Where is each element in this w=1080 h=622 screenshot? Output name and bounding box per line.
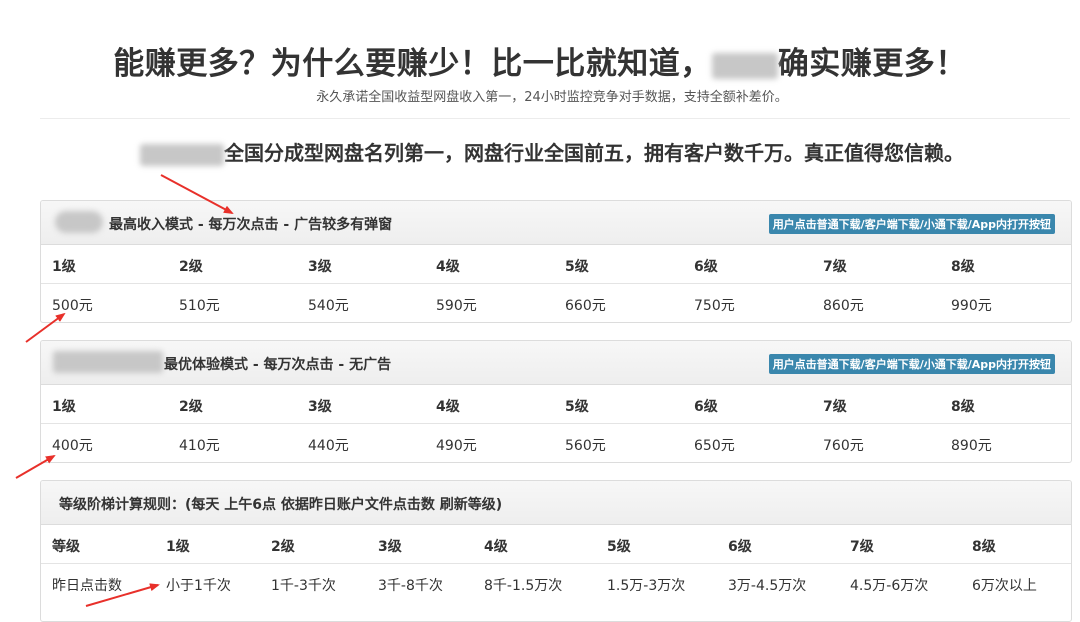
rules-level-3: 3级 — [378, 539, 402, 555]
rules-level-row: 等级 1级 2级 3级 4级 5级 6级 7级 8级 — [41, 525, 1071, 564]
income-mode-header: 最高收入模式 - 每万次点击 - 广告较多有弹窗 用户点击普通下载/客户端下载/… — [41, 201, 1071, 245]
experience-level-row: 1级 2级 3级 4级 5级 6级 7级 8级 — [41, 385, 1071, 424]
rules-click-row: 昨日点击数 小于1千次 1千-3千次 3千-8千次 8千-1.5万次 1.5万-… — [41, 564, 1071, 602]
rules-click-1: 小于1千次 — [166, 578, 231, 594]
level-4: 4级 — [436, 399, 460, 415]
price-4: 490元 — [436, 438, 477, 454]
level-rules-panel: 等级阶梯计算规则：(每天 上午6点 依据昨日账户文件点击数 刷新等级) 等级 1… — [40, 480, 1072, 622]
level-3: 3级 — [308, 399, 332, 415]
page-headline: 能赚更多？为什么要赚少！比一比就知道， 确实赚更多！ — [0, 38, 1080, 83]
experience-mode-header: 最优体验模式 - 每万次点击 - 无广告 用户点击普通下载/客户端下载/小通下载… — [41, 341, 1071, 385]
level-2: 2级 — [179, 399, 203, 415]
tagline-text: 全国分成型网盘名列第一，网盘行业全国前五，拥有客户数千万。真正值得您信赖。 — [224, 141, 964, 165]
level-7: 7级 — [823, 259, 847, 275]
income-mode-panel: 最高收入模式 - 每万次点击 - 广告较多有弹窗 用户点击普通下载/客户端下载/… — [40, 200, 1072, 323]
price-2: 410元 — [179, 438, 220, 454]
rules-level-6: 6级 — [728, 539, 752, 555]
rules-click-6: 3万-4.5万次 — [728, 578, 807, 594]
price-3: 440元 — [308, 438, 349, 454]
level-rules-title: 等级阶梯计算规则：(每天 上午6点 依据昨日账户文件点击数 刷新等级) — [59, 497, 503, 513]
rules-header-label: 等级 — [52, 539, 80, 555]
redacted-brand-blur — [140, 143, 224, 166]
rules-level-2: 2级 — [271, 539, 295, 555]
price-8: 990元 — [951, 298, 992, 314]
rules-click-4: 8千-1.5万次 — [484, 578, 563, 594]
income-mode-badge: 用户点击普通下载/客户端下载/小通下载/App内打开按钮 — [768, 214, 1055, 234]
level-2: 2级 — [179, 259, 203, 275]
rules-click-8: 6万次以上 — [972, 578, 1037, 594]
level-1: 1级 — [52, 399, 76, 415]
rules-level-8: 8级 — [972, 539, 996, 555]
headline-after: 确实赚更多！ — [777, 46, 967, 82]
price-1: 400元 — [52, 438, 93, 454]
redacted-brand-blur — [711, 52, 778, 79]
price-5: 660元 — [565, 298, 606, 314]
price-2: 510元 — [179, 298, 220, 314]
level-3: 3级 — [308, 259, 332, 275]
page-tagline: 全国分成型网盘名列第一，网盘行业全国前五，拥有客户数千万。真正值得您信赖。 — [0, 137, 1080, 166]
level-7: 7级 — [823, 399, 847, 415]
price-5: 560元 — [565, 438, 606, 454]
experience-mode-panel: 最优体验模式 - 每万次点击 - 无广告 用户点击普通下载/客户端下载/小通下载… — [40, 340, 1072, 463]
level-rules-header: 等级阶梯计算规则：(每天 上午6点 依据昨日账户文件点击数 刷新等级) — [41, 481, 1071, 525]
redacted-logo-blur — [53, 351, 163, 373]
level-5: 5级 — [565, 259, 589, 275]
experience-mode-badge: 用户点击普通下载/客户端下载/小通下载/App内打开按钮 — [768, 354, 1055, 374]
level-6: 6级 — [694, 399, 718, 415]
page-subline: 永久承诺全国收益型网盘收入第一，24小时监控竞争对手数据，支持全额补差价。 — [316, 90, 788, 105]
rules-click-label: 昨日点击数 — [52, 578, 122, 594]
rules-click-5: 1.5万-3万次 — [607, 578, 686, 594]
redacted-logo-blur — [55, 211, 103, 233]
level-4: 4级 — [436, 259, 460, 275]
rules-click-2: 1千-3千次 — [271, 578, 336, 594]
price-8: 890元 — [951, 438, 992, 454]
header-divider — [40, 118, 1070, 119]
income-mode-title: 最高收入模式 - 每万次点击 - 广告较多有弹窗 — [109, 217, 393, 233]
income-level-row: 1级 2级 3级 4级 5级 6级 7级 8级 — [41, 245, 1071, 284]
level-8: 8级 — [951, 399, 975, 415]
rules-level-7: 7级 — [850, 539, 874, 555]
income-price-row: 500元 510元 540元 590元 660元 750元 860元 990元 — [41, 284, 1071, 322]
experience-price-row: 400元 410元 440元 490元 560元 650元 760元 890元 — [41, 424, 1071, 462]
level-5: 5级 — [565, 399, 589, 415]
headline-before: 能赚更多？为什么要赚少！比一比就知道， — [113, 46, 712, 82]
experience-mode-title: 最优体验模式 - 每万次点击 - 无广告 — [164, 357, 392, 373]
rules-click-3: 3千-8千次 — [378, 578, 443, 594]
price-7: 860元 — [823, 298, 864, 314]
price-7: 760元 — [823, 438, 864, 454]
level-1: 1级 — [52, 259, 76, 275]
price-3: 540元 — [308, 298, 349, 314]
rules-level-4: 4级 — [484, 539, 508, 555]
level-6: 6级 — [694, 259, 718, 275]
rules-click-7: 4.5万-6万次 — [850, 578, 929, 594]
price-6: 750元 — [694, 298, 735, 314]
price-6: 650元 — [694, 438, 735, 454]
price-1: 500元 — [52, 298, 93, 314]
level-8: 8级 — [951, 259, 975, 275]
price-4: 590元 — [436, 298, 477, 314]
rules-level-1: 1级 — [166, 539, 190, 555]
rules-level-5: 5级 — [607, 539, 631, 555]
